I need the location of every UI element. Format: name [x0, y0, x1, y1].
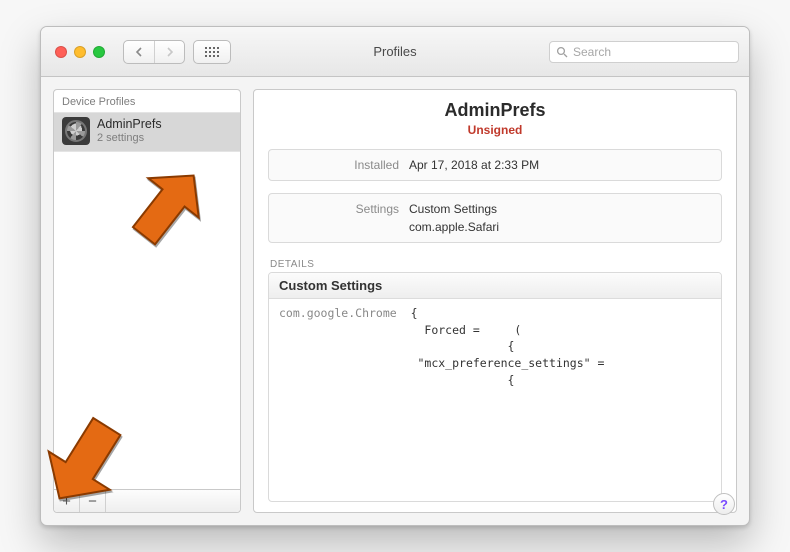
search-icon [556, 46, 568, 58]
search-placeholder: Search [573, 45, 611, 59]
help-button[interactable]: ? [713, 493, 735, 515]
sidebar-item-subtitle: 2 settings [97, 132, 162, 144]
window-controls [55, 46, 105, 58]
profile-header: AdminPrefs Unsigned [254, 90, 736, 143]
search-field[interactable]: Search [549, 41, 739, 63]
back-forward-segment [123, 40, 185, 64]
sidebar-footer: + − [54, 489, 240, 512]
profile-detail-panel: AdminPrefs Unsigned Installed Apr 17, 20… [253, 89, 737, 513]
installed-card: Installed Apr 17, 2018 at 2:33 PM [268, 149, 722, 181]
sidebar-list: AdminPrefs 2 settings [54, 112, 240, 489]
zoom-window-button[interactable] [93, 46, 105, 58]
remove-profile-button[interactable]: − [80, 490, 106, 512]
settings-value-1: Custom Settings [409, 202, 497, 216]
installed-label: Installed [279, 158, 399, 172]
sidebar-item-adminprefs[interactable]: AdminPrefs 2 settings [54, 112, 240, 152]
installed-value: Apr 17, 2018 at 2:33 PM [409, 158, 539, 172]
close-window-button[interactable] [55, 46, 67, 58]
settings-card: Settings Custom Settings com.apple.Safar… [268, 193, 722, 243]
sidebar-item-name: AdminPrefs [97, 118, 162, 132]
profile-name: AdminPrefs [254, 100, 736, 121]
minimize-window-button[interactable] [74, 46, 86, 58]
chevron-left-icon [135, 47, 143, 57]
show-all-button[interactable] [193, 40, 231, 64]
add-profile-button[interactable]: + [54, 490, 80, 512]
profile-signature-status: Unsigned [254, 123, 736, 137]
forward-button[interactable] [154, 41, 184, 63]
details-payload: com.google.Chrome { Forced = ( { "mcx_pr… [269, 299, 721, 394]
back-button[interactable] [124, 41, 154, 63]
settings-value-2: com.apple.Safari [409, 220, 499, 234]
window-toolbar: Profiles Search [41, 27, 749, 77]
sidebar-item-text: AdminPrefs 2 settings [97, 118, 162, 144]
preferences-window: Profiles Search Device Profiles AdminPre… [40, 26, 750, 526]
details-domain: com.google.Chrome [279, 306, 397, 320]
details-section-label: DETAILS [270, 259, 720, 270]
grid-icon [205, 47, 219, 57]
gear-icon [62, 117, 90, 145]
sidebar-section-header: Device Profiles [54, 90, 240, 112]
window-content: Device Profiles AdminPrefs 2 settings + … [41, 77, 749, 525]
chevron-right-icon [166, 47, 174, 57]
settings-label: Settings [279, 202, 399, 216]
details-card: Custom Settings com.google.Chrome { Forc… [268, 272, 722, 502]
details-card-title: Custom Settings [269, 273, 721, 299]
profiles-sidebar: Device Profiles AdminPrefs 2 settings + … [53, 89, 241, 513]
